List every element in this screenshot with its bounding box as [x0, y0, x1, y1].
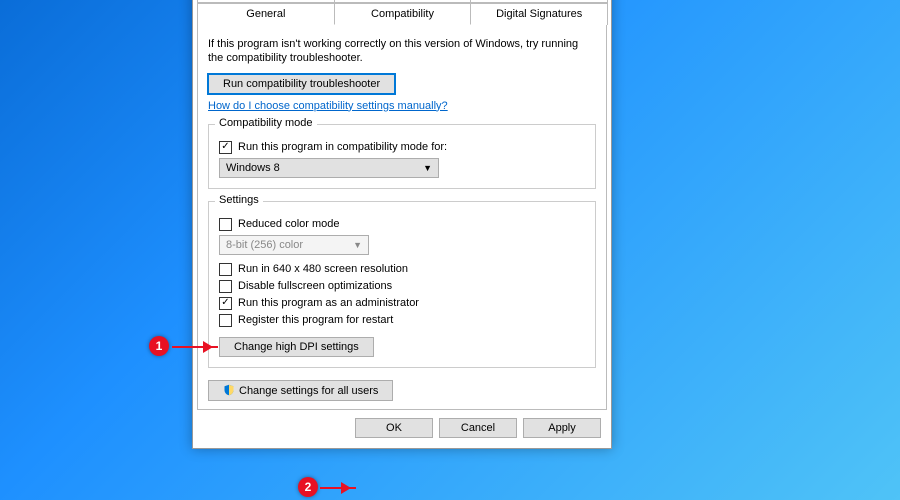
- checkbox-icon: [219, 314, 232, 327]
- checkbox-icon: [219, 218, 232, 231]
- register-restart-label: Register this program for restart: [238, 314, 393, 326]
- compatibility-mode-group: Compatibility mode Run this program in c…: [208, 124, 596, 189]
- chevron-down-icon: ▼: [423, 163, 432, 173]
- all-users-label: Change settings for all users: [239, 385, 378, 397]
- checkbox-icon: [219, 280, 232, 293]
- compat-mode-checkbox[interactable]: Run this program in compatibility mode f…: [219, 141, 585, 154]
- compat-os-value: Windows 8: [226, 162, 280, 174]
- annotation-badge-1: 1: [149, 336, 169, 356]
- apply-button[interactable]: Apply: [523, 418, 601, 438]
- color-depth-select: 8-bit (256) color ▼: [219, 235, 369, 255]
- disable-fullscreen-checkbox[interactable]: Disable fullscreen optimizations: [219, 280, 585, 293]
- disable-fs-label: Disable fullscreen optimizations: [238, 280, 392, 292]
- intro-text: If this program isn't working correctly …: [208, 37, 596, 66]
- tab-content: If this program isn't working correctly …: [197, 25, 607, 410]
- compat-os-select[interactable]: Windows 8 ▼: [219, 158, 439, 178]
- reduced-color-checkbox[interactable]: Reduced color mode: [219, 218, 585, 231]
- dialog-buttons: OK Cancel Apply: [193, 410, 611, 448]
- annotation-arrow-2: [320, 487, 356, 489]
- color-depth-value: 8-bit (256) color: [226, 239, 303, 251]
- manual-settings-link[interactable]: How do I choose compatibility settings m…: [208, 100, 448, 112]
- tab-general[interactable]: General: [197, 3, 335, 25]
- properties-dialog: Security Details Previous Versions Gener…: [192, 0, 612, 449]
- shield-icon: [223, 384, 235, 396]
- tab-compatibility[interactable]: Compatibility: [334, 3, 472, 25]
- run-admin-label: Run this program as an administrator: [238, 297, 419, 309]
- compat-mode-label: Run this program in compatibility mode f…: [238, 141, 447, 153]
- cancel-button[interactable]: Cancel: [439, 418, 517, 438]
- run-640-label: Run in 640 x 480 screen resolution: [238, 263, 408, 275]
- tab-digital-signatures[interactable]: Digital Signatures: [470, 3, 608, 25]
- tab-strip: Security Details Previous Versions Gener…: [193, 0, 611, 25]
- change-all-users-button[interactable]: Change settings for all users: [208, 380, 393, 401]
- checkbox-icon: [219, 297, 232, 310]
- run-as-admin-checkbox[interactable]: Run this program as an administrator: [219, 297, 585, 310]
- register-restart-checkbox[interactable]: Register this program for restart: [219, 314, 585, 327]
- reduced-color-label: Reduced color mode: [238, 218, 340, 230]
- chevron-down-icon: ▼: [353, 240, 362, 250]
- checkbox-icon: [219, 141, 232, 154]
- checkbox-icon: [219, 263, 232, 276]
- annotation-arrow-1: [172, 346, 218, 348]
- annotation-badge-2: 2: [298, 477, 318, 497]
- ok-button[interactable]: OK: [355, 418, 433, 438]
- change-dpi-button[interactable]: Change high DPI settings: [219, 337, 374, 357]
- settings-legend: Settings: [215, 194, 263, 206]
- run-troubleshooter-button[interactable]: Run compatibility troubleshooter: [208, 74, 395, 94]
- settings-group: Settings Reduced color mode 8-bit (256) …: [208, 201, 596, 368]
- run-640x480-checkbox[interactable]: Run in 640 x 480 screen resolution: [219, 263, 585, 276]
- compat-legend: Compatibility mode: [215, 117, 317, 129]
